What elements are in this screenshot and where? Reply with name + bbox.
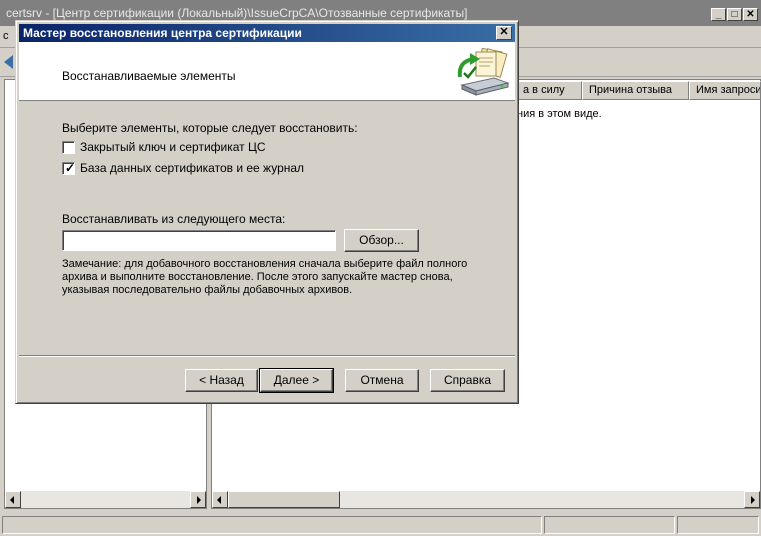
main-window-title: certsrv - [Центр сертификации (Локальный… [6, 6, 468, 20]
scroll-right-button[interactable] [190, 491, 206, 508]
column-header[interactable]: а в силу [516, 81, 582, 100]
incremental-restore-note: Замечание: для добавочного восстановлени… [62, 258, 468, 296]
cert-db-checkbox[interactable]: ✓ [62, 161, 76, 175]
status-bar [0, 514, 761, 536]
arrow-right-icon [751, 496, 755, 504]
scroll-left-button[interactable] [212, 491, 228, 508]
arrow-left-icon [217, 496, 221, 504]
wizard-body: Выберите элементы, которые следует восст… [19, 102, 515, 355]
back-arrow-icon[interactable] [4, 55, 13, 69]
wizard-page-title: Восстанавливаемые элементы [62, 69, 236, 83]
dialog-close-button[interactable]: ✕ [496, 26, 512, 40]
scroll-thumb[interactable] [228, 491, 340, 508]
empty-list-message: ния в этом виде. [517, 108, 602, 120]
minimize-button[interactable]: _ [711, 8, 726, 21]
tree-horizontal-scrollbar[interactable] [5, 491, 206, 508]
dialog-separator [19, 355, 515, 357]
main-close-button[interactable]: ✕ [743, 8, 758, 21]
restore-location-label: Восстанавливать из следующего места: [62, 212, 286, 226]
scroll-left-button[interactable] [5, 491, 21, 508]
dialog-title: Мастер восстановления центра сертификаци… [23, 26, 302, 40]
cancel-button[interactable]: Отмена [345, 369, 419, 392]
restore-prompt: Выберите элементы, которые следует восст… [62, 121, 358, 135]
back-button[interactable]: < Назад [185, 369, 258, 392]
list-horizontal-scrollbar[interactable] [212, 491, 760, 508]
next-button[interactable]: Далее > [259, 368, 334, 393]
cert-db-label[interactable]: База данных сертификатов и ее журнал [80, 161, 304, 175]
status-panel [544, 516, 675, 534]
status-panel [677, 516, 759, 534]
status-panel [2, 516, 542, 534]
dialog-titlebar[interactable]: Мастер восстановления центра сертификаци… [19, 24, 515, 42]
maximize-button[interactable]: □ [727, 8, 742, 21]
ca-key-label[interactable]: Закрытый ключ и сертификат ЦС [80, 140, 266, 154]
check-icon: ✓ [65, 161, 76, 175]
restore-location-input[interactable] [62, 230, 336, 251]
restore-wizard-dialog: Мастер восстановления центра сертификаци… [15, 20, 519, 404]
arrow-left-icon [10, 496, 14, 504]
restore-backup-icon [457, 47, 510, 96]
ca-key-checkbox[interactable] [62, 141, 75, 154]
arrow-right-icon [197, 496, 201, 504]
column-header[interactable]: Причина отзыва [582, 81, 689, 100]
menu-item[interactable]: с [3, 30, 9, 42]
scroll-right-button[interactable] [744, 491, 760, 508]
column-header[interactable]: Имя запросив [689, 81, 761, 100]
wizard-header: Восстанавливаемые элементы [19, 42, 515, 101]
help-button[interactable]: Справка [430, 369, 505, 392]
browse-button[interactable]: Обзор... [344, 229, 419, 252]
